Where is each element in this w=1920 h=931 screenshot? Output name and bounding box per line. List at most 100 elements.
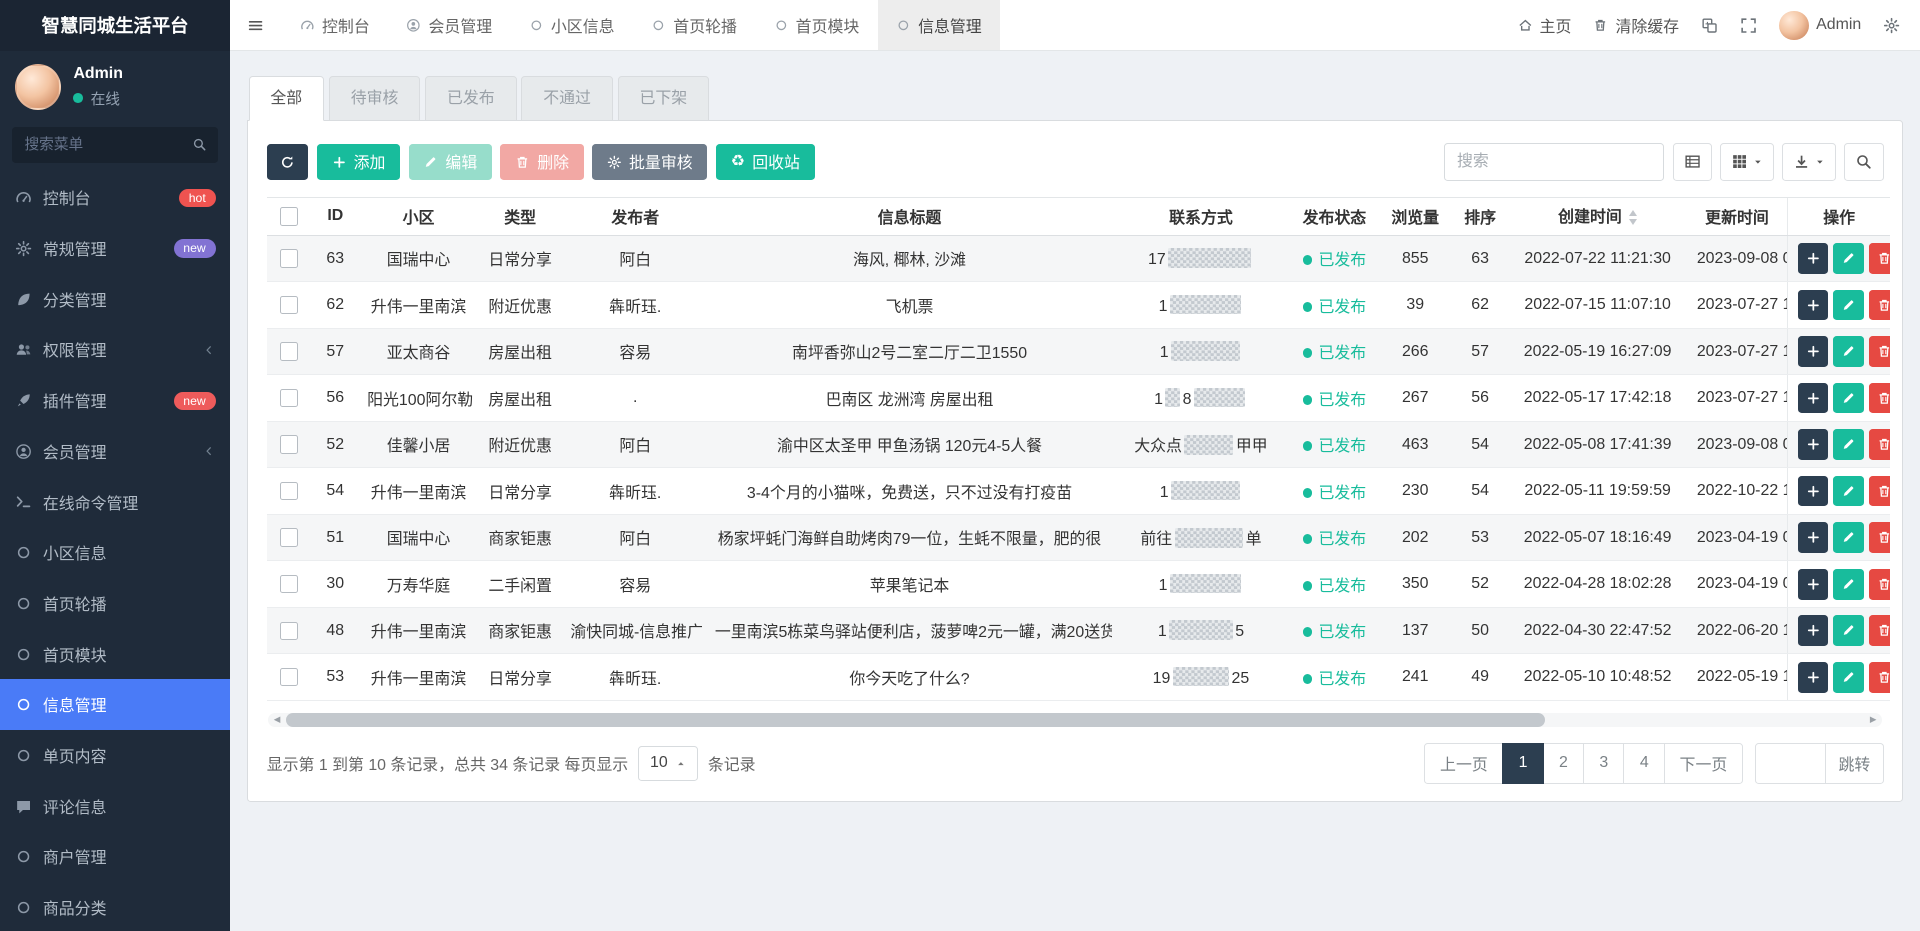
delete-row-button[interactable] xyxy=(1869,243,1891,274)
settings-button[interactable] xyxy=(1883,17,1900,34)
row-checkbox[interactable] xyxy=(280,342,298,360)
expand-row-button[interactable] xyxy=(1798,383,1829,414)
filter-tab-published[interactable]: 已发布 xyxy=(425,76,516,121)
jump-button[interactable]: 跳转 xyxy=(1826,743,1883,785)
row-checkbox[interactable] xyxy=(280,622,298,640)
expand-row-button[interactable] xyxy=(1798,336,1829,367)
export-button[interactable] xyxy=(1782,143,1835,181)
sidebar-item-member[interactable]: 会员管理 xyxy=(0,426,230,477)
user-avatar[interactable] xyxy=(15,64,62,111)
delete-row-button[interactable] xyxy=(1869,383,1891,414)
edit-row-button[interactable] xyxy=(1833,429,1864,460)
nav-tab-member[interactable]: 会员管理 xyxy=(388,0,510,50)
sidebar-item-general[interactable]: 常规管理new xyxy=(0,223,230,274)
expand-row-button[interactable] xyxy=(1798,243,1829,274)
sidebar-item-addon[interactable]: 插件管理new xyxy=(0,375,230,426)
row-checkbox[interactable] xyxy=(280,528,298,546)
edit-row-button[interactable] xyxy=(1833,615,1864,646)
delete-row-button[interactable] xyxy=(1869,522,1891,553)
table-search-input[interactable] xyxy=(1444,143,1664,181)
scroll-right-arrow-icon[interactable]: ▶ xyxy=(1864,713,1882,726)
prev-page-button[interactable]: 上一页 xyxy=(1424,743,1503,785)
expand-row-button[interactable] xyxy=(1798,662,1829,693)
refresh-button[interactable] xyxy=(267,144,309,181)
next-page-button[interactable]: 下一页 xyxy=(1664,743,1743,785)
edit-row-button[interactable] xyxy=(1833,336,1864,367)
row-checkbox[interactable] xyxy=(280,249,298,267)
user-menu[interactable]: Admin xyxy=(1779,11,1861,40)
scrollbar-thumb[interactable] xyxy=(286,713,1545,726)
edit-row-button[interactable] xyxy=(1833,522,1864,553)
edit-row-button[interactable] xyxy=(1833,569,1864,600)
filter-tab-pending[interactable]: 待审核 xyxy=(329,76,420,121)
fullscreen-button[interactable] xyxy=(1740,17,1757,34)
page-button-1[interactable]: 1 xyxy=(1502,743,1544,785)
column-header[interactable]: 创建时间 xyxy=(1508,197,1687,235)
expand-row-button[interactable] xyxy=(1798,569,1829,600)
row-checkbox[interactable] xyxy=(280,389,298,407)
toggle-view-button[interactable] xyxy=(1673,143,1712,181)
nav-tab-community[interactable]: 小区信息 xyxy=(511,0,633,50)
edit-row-button[interactable] xyxy=(1833,662,1864,693)
sidebar-item-community[interactable]: 小区信息 xyxy=(0,527,230,578)
jump-page-input[interactable] xyxy=(1755,743,1826,785)
row-checkbox[interactable] xyxy=(280,435,298,453)
delete-row-button[interactable] xyxy=(1869,662,1891,693)
per-page-select[interactable]: 10 xyxy=(638,746,698,780)
edit-row-button[interactable] xyxy=(1833,383,1864,414)
edit-row-button[interactable] xyxy=(1833,243,1864,274)
language-button[interactable] xyxy=(1701,17,1718,34)
delete-row-button[interactable] xyxy=(1869,476,1891,507)
select-all-checkbox[interactable] xyxy=(280,207,298,225)
search-toggle-button[interactable] xyxy=(1844,143,1883,181)
sidebar-item-merchant[interactable]: 商户管理 xyxy=(0,832,230,883)
nav-tab-dashboard[interactable]: 控制台 xyxy=(282,0,388,50)
row-checkbox[interactable] xyxy=(280,575,298,593)
clear-cache-link[interactable]: 清除缓存 xyxy=(1593,14,1679,37)
page-button-3[interactable]: 3 xyxy=(1583,743,1625,785)
edit-row-button[interactable] xyxy=(1833,476,1864,507)
batch-audit-button[interactable]: 批量审核 xyxy=(592,144,707,181)
delete-row-button[interactable] xyxy=(1869,569,1891,600)
columns-button[interactable] xyxy=(1720,143,1773,181)
edit-button[interactable]: 编辑 xyxy=(409,144,492,181)
sidebar-item-page[interactable]: 单页内容 xyxy=(0,730,230,781)
sidebar-item-info[interactable]: 信息管理 xyxy=(0,679,230,730)
nav-tab-banner[interactable]: 首页轮播 xyxy=(633,0,755,50)
expand-row-button[interactable] xyxy=(1798,615,1829,646)
home-link[interactable]: 主页 xyxy=(1518,14,1572,37)
expand-row-button[interactable] xyxy=(1798,522,1829,553)
sidebar-item-auth[interactable]: 权限管理 xyxy=(0,325,230,376)
row-checkbox[interactable] xyxy=(280,668,298,686)
delete-row-button[interactable] xyxy=(1869,615,1891,646)
sidebar-item-dashboard[interactable]: 控制台hot xyxy=(0,173,230,224)
menu-search-input[interactable] xyxy=(12,127,218,163)
delete-row-button[interactable] xyxy=(1869,336,1891,367)
expand-row-button[interactable] xyxy=(1798,290,1829,321)
filter-tab-offline[interactable]: 已下架 xyxy=(618,76,709,121)
horizontal-scrollbar[interactable]: ◀ ▶ xyxy=(268,713,1882,726)
sidebar-item-command[interactable]: 在线命令管理 xyxy=(0,477,230,528)
scroll-left-arrow-icon[interactable]: ◀ xyxy=(268,713,286,726)
filter-tab-rejected[interactable]: 不通过 xyxy=(521,76,612,121)
row-checkbox[interactable] xyxy=(280,482,298,500)
expand-row-button[interactable] xyxy=(1798,429,1829,460)
delete-button[interactable]: 删除 xyxy=(500,144,583,181)
sidebar-item-module[interactable]: 首页模块 xyxy=(0,629,230,680)
add-button[interactable]: 添加 xyxy=(317,144,400,181)
sidebar-item-category[interactable]: 分类管理 xyxy=(0,274,230,325)
edit-row-button[interactable] xyxy=(1833,290,1864,321)
recycle-bin-button[interactable]: ♻ 回收站 xyxy=(716,144,815,181)
page-button-2[interactable]: 2 xyxy=(1543,743,1585,785)
nav-tab-info[interactable]: 信息管理 xyxy=(878,0,1000,50)
sidebar-item-comment[interactable]: 评论信息 xyxy=(0,781,230,832)
delete-row-button[interactable] xyxy=(1869,290,1891,321)
expand-row-button[interactable] xyxy=(1798,476,1829,507)
filter-tab-all[interactable]: 全部 xyxy=(249,76,324,121)
nav-tab-module[interactable]: 首页模块 xyxy=(755,0,877,50)
delete-row-button[interactable] xyxy=(1869,429,1891,460)
sidebar-item-banner[interactable]: 首页轮播 xyxy=(0,578,230,629)
sidebar-toggle-button[interactable] xyxy=(230,0,281,50)
sidebar-item-goods-category[interactable]: 商品分类 xyxy=(0,882,230,930)
page-button-4[interactable]: 4 xyxy=(1623,743,1665,785)
